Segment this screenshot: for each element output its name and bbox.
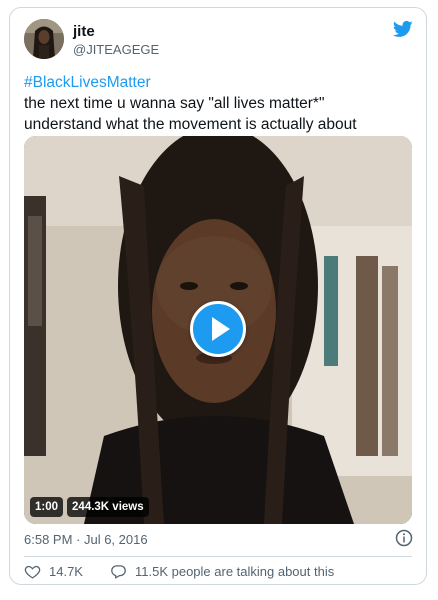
- tweet-card[interactable]: jite @JITEAGEGE #BlackLivesMatter the ne…: [9, 7, 427, 585]
- tweet-text-line: understand what the movement is actually…: [24, 116, 357, 133]
- twitter-bird-icon[interactable]: [393, 19, 413, 39]
- divider: [24, 556, 412, 557]
- speech-bubble-icon: [111, 565, 126, 579]
- like-count: 14.7K: [49, 564, 83, 579]
- like-button[interactable]: 14.7K: [24, 563, 83, 580]
- reply-button[interactable]: 11.5K people are talking about this: [110, 563, 334, 580]
- avatar[interactable]: [24, 19, 64, 59]
- hashtag-link[interactable]: #BlackLivesMatter: [24, 72, 419, 93]
- play-button[interactable]: [190, 301, 246, 357]
- replies-text: 11.5K people are talking about this: [134, 564, 335, 579]
- play-icon: [212, 317, 230, 341]
- display-name[interactable]: jite: [73, 23, 95, 40]
- tweet-timestamp[interactable]: 6:58 PM · Jul 6, 2016: [24, 532, 148, 547]
- tweet-text: #BlackLivesMatter the next time u wanna …: [24, 72, 419, 135]
- video-duration: 1:00: [30, 497, 64, 517]
- info-icon[interactable]: [395, 529, 413, 547]
- tweet-text-line: the next time u wanna say "all lives mat…: [24, 95, 325, 112]
- heart-icon: [24, 565, 41, 579]
- video-views: 244.3K views: [67, 497, 149, 517]
- user-handle[interactable]: @JITEAGEGE: [73, 42, 159, 57]
- video-player[interactable]: 1:00 244.3K views: [24, 136, 412, 524]
